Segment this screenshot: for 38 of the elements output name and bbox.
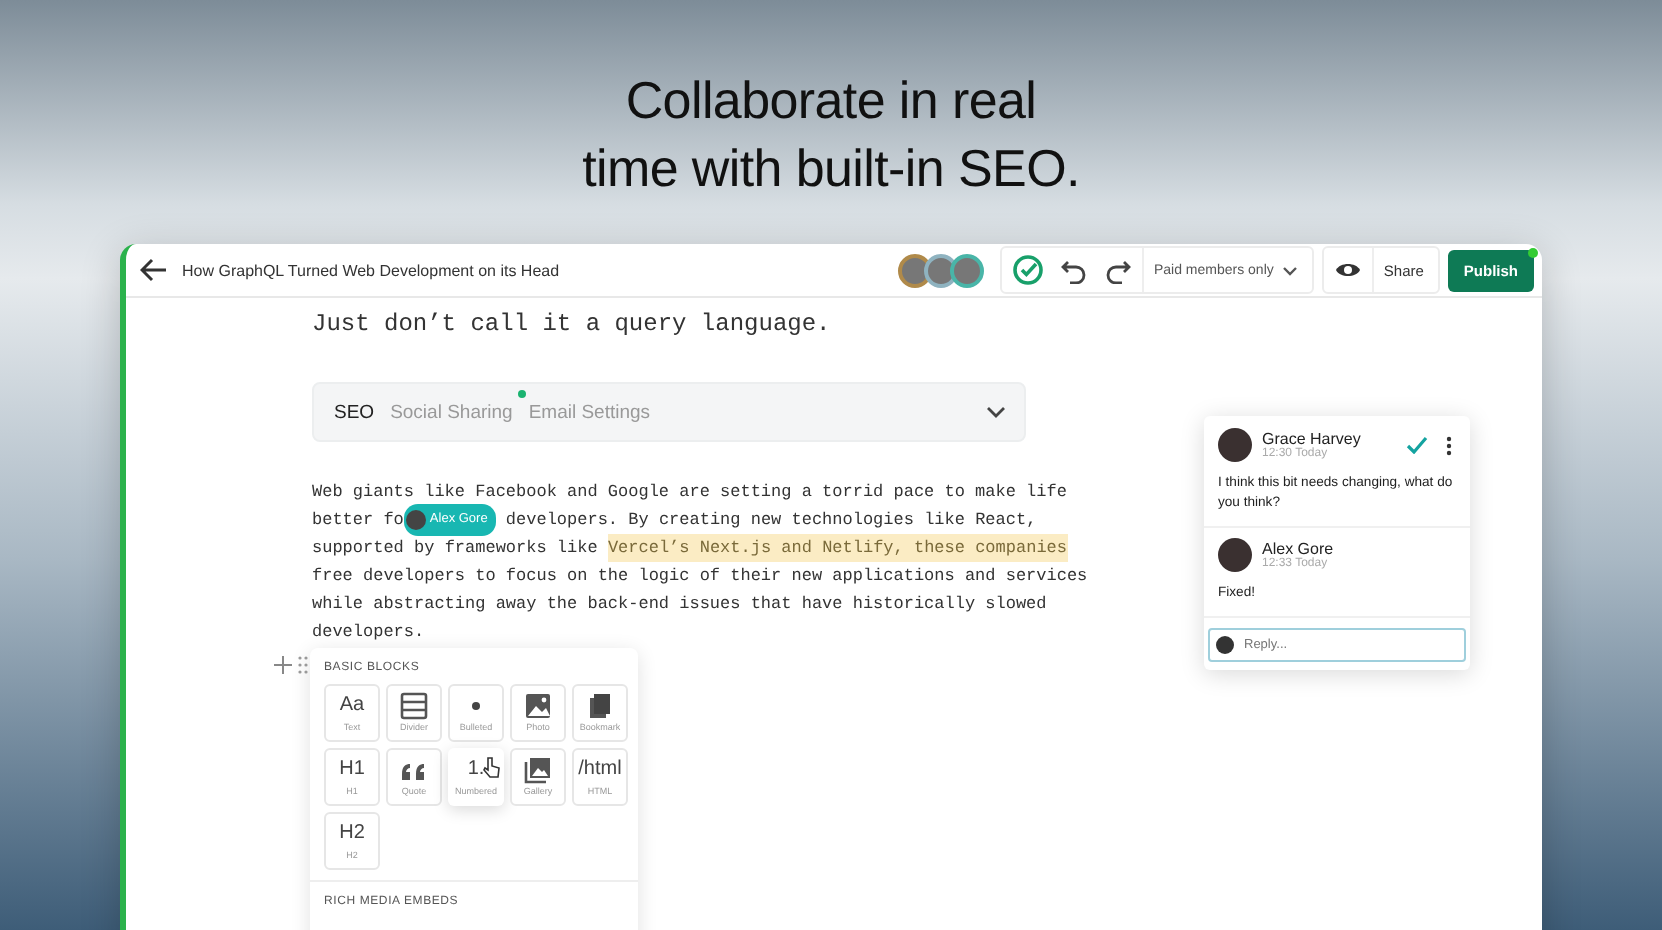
paragraph-text: supported — [312, 536, 404, 562]
paragraph-text: Web giants like Facebook and Google are setting a torrid pace to make life — [312, 480, 1067, 506]
paragraph-text: better fo — [312, 508, 404, 534]
bookmark-icon — [586, 692, 614, 720]
headline-text: time with built-in SEO. — [582, 136, 1080, 202]
headline-text: Collaborate in real — [623, 68, 1039, 134]
paragraph-text: developers. By creating new technologies like React, — [503, 508, 1037, 534]
plus-icon — [274, 656, 292, 674]
paragraph-text: developers. — [312, 620, 425, 646]
gallery-icon — [524, 756, 552, 784]
paragraph-text: free developers to focus on the logic of their new applications and services — [312, 564, 1088, 590]
highlighted-text: Vercel’s Next.js and Netlify, these companies — [607, 534, 1067, 562]
paragraph-text: by frameworks like — [412, 536, 600, 562]
avatar — [1218, 428, 1252, 462]
pointer-hand-icon — [482, 756, 500, 778]
resolve-button[interactable] — [1402, 434, 1432, 456]
paragraph-text: while abstracting away the back-end issues that have historically slowed — [312, 592, 1047, 618]
undo-icon — [1059, 256, 1088, 284]
body-text: Just don’t call it a query language. — [312, 310, 833, 338]
avatar — [897, 253, 932, 287]
check-circle-icon — [1011, 254, 1044, 286]
comment-author: Grace Harvey — [1262, 430, 1361, 448]
avatar — [949, 253, 984, 287]
avatar — [405, 510, 426, 530]
checkmark-icon — [1406, 436, 1428, 454]
redo-icon — [1103, 256, 1132, 284]
image-icon — [524, 692, 552, 720]
comment-author: Alex Gore — [1262, 540, 1334, 558]
settings-tab[interactable]: SEO — [326, 401, 383, 423]
more-options-button[interactable] — [1442, 433, 1456, 457]
document-title: How GraphQL Turned Web Development on its Head — [182, 261, 560, 279]
chevron-down-icon — [1281, 265, 1298, 275]
eye-icon — [1333, 260, 1362, 280]
chevron-down-icon — [986, 406, 1006, 418]
back-arrow-icon — [140, 258, 168, 282]
more-vertical-icon — [1446, 435, 1452, 455]
avatar — [1218, 538, 1252, 572]
drag-handle-icon — [298, 656, 308, 674]
